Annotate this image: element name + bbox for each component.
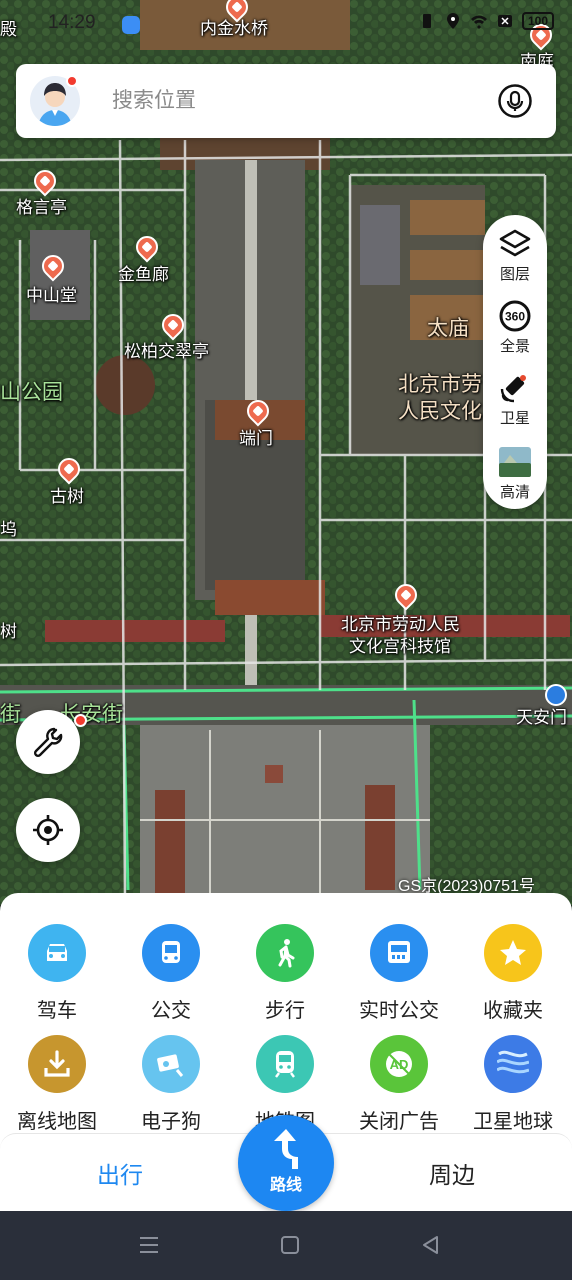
- map-label[interactable]: 天安门: [516, 708, 567, 728]
- vibrate-icon: [422, 14, 431, 28]
- location-icon: [446, 13, 459, 29]
- menu-icon[interactable]: [137, 1233, 161, 1257]
- battery-indicator: 100: [521, 12, 554, 30]
- globe-icon: [484, 1035, 542, 1093]
- walk-label: 步行: [265, 1000, 305, 1022]
- map-label[interactable]: 古树: [50, 487, 84, 507]
- wrench-icon: [33, 727, 63, 758]
- svg-text:360: 360: [505, 310, 525, 324]
- ad-icon: AD: [370, 1035, 428, 1093]
- search-bar[interactable]: [16, 64, 556, 138]
- close-ads-label: 关闭广告: [359, 1111, 439, 1133]
- map-label[interactable]: 端门: [239, 429, 273, 449]
- offline-map-label: 离线地图: [17, 1111, 97, 1133]
- hd-imagery-button[interactable]: 高清: [483, 437, 547, 507]
- status-bar: 14:29 100: [0, 0, 572, 46]
- hd-label: 高清: [499, 484, 530, 501]
- map-label[interactable]: 北京市劳: [398, 372, 482, 397]
- satellite-icon: [500, 375, 526, 403]
- map-label[interactable]: 太庙: [427, 316, 469, 341]
- speed-camera-button[interactable]: 电子狗: [114, 1035, 228, 1134]
- panorama-360-icon: 360: [499, 300, 531, 332]
- app-notification-icon: [122, 16, 140, 34]
- system-nav-bar: [0, 1211, 572, 1280]
- home-icon[interactable]: [278, 1233, 302, 1257]
- map-label[interactable]: 金鱼廊: [118, 265, 169, 285]
- realtime-bus-icon: [370, 924, 428, 982]
- tab-nearby[interactable]: 周边: [392, 1156, 512, 1190]
- satellite-button[interactable]: 卫星: [483, 363, 547, 433]
- satellite-earth-label: 卫星地球: [473, 1111, 553, 1133]
- map-label[interactable]: 松柏交翠亭: [124, 342, 209, 362]
- notification-dot: [74, 714, 87, 727]
- bus-icon: [142, 924, 200, 982]
- satellite-earth-button[interactable]: 卫星地球: [456, 1035, 570, 1134]
- camera-icon: [142, 1035, 200, 1093]
- car-icon: [28, 924, 86, 982]
- map-label[interactable]: 中山堂: [26, 286, 77, 306]
- subway-icon: [256, 1035, 314, 1093]
- back-icon[interactable]: [419, 1233, 443, 1257]
- drive-button[interactable]: 驾车: [0, 924, 114, 1023]
- status-icons: 100: [418, 12, 554, 30]
- map-label[interactable]: 人民文化: [398, 399, 482, 424]
- map-label[interactable]: 北京市劳动人民: [341, 615, 460, 635]
- map-layer-panel: 图层 360 全景 卫星 高清: [483, 215, 547, 509]
- offline-map-button[interactable]: 离线地图: [0, 1035, 114, 1134]
- search-input[interactable]: [112, 84, 472, 118]
- subway-station-icon[interactable]: [545, 684, 567, 706]
- realtime-bus-label: 实时公交: [359, 1000, 439, 1022]
- favorites-label: 收藏夹: [483, 1000, 543, 1022]
- layers-icon: [499, 229, 531, 257]
- status-time: 14:29: [48, 12, 96, 33]
- wifi-icon: [470, 15, 487, 29]
- walk-icon: [256, 924, 314, 982]
- microphone-icon[interactable]: [498, 84, 532, 118]
- tab-travel[interactable]: 出行: [60, 1156, 180, 1190]
- map-label[interactable]: 坞: [0, 520, 17, 540]
- map-label[interactable]: 山公园: [0, 382, 63, 403]
- route-arrow-icon: [274, 1129, 298, 1169]
- map-label[interactable]: 文化宫科技馆: [349, 637, 451, 657]
- download-icon: [28, 1035, 86, 1093]
- drive-label: 驾车: [37, 1000, 77, 1022]
- favorites-button[interactable]: 收藏夹: [456, 924, 570, 1023]
- star-icon: [484, 924, 542, 982]
- hd-thumbnail-icon: [499, 447, 531, 477]
- layers-button[interactable]: 图层: [483, 219, 547, 289]
- realtime-bus-button[interactable]: 实时公交: [342, 924, 456, 1023]
- map-label[interactable]: 格言亭: [16, 198, 67, 218]
- satellite-label: 卫星: [499, 410, 530, 427]
- walk-button[interactable]: 步行: [228, 924, 342, 1023]
- map-label[interactable]: 树: [0, 622, 17, 642]
- close-ads-button[interactable]: AD 关闭广告: [342, 1035, 456, 1134]
- map-label[interactable]: 街: [0, 704, 21, 725]
- bus-label: 公交: [151, 1000, 191, 1022]
- panorama-label: 全景: [499, 338, 530, 355]
- layers-label: 图层: [499, 266, 530, 283]
- route-label: 路线: [269, 1177, 302, 1194]
- route-button[interactable]: 路线: [238, 1115, 334, 1211]
- panorama-button[interactable]: 360 全景: [483, 291, 547, 361]
- notification-dot: [66, 75, 78, 87]
- sim-icon: [497, 15, 512, 27]
- crosshair-icon: [33, 815, 63, 845]
- speed-camera-label: 电子狗: [141, 1111, 201, 1133]
- locate-me-button[interactable]: [16, 798, 80, 862]
- app-screen: 殿 内金水桥 南庭 格言亭 中山堂 金鱼廊 松柏交翠亭 山公园 端门 太庙 北京…: [0, 0, 572, 1280]
- bus-button[interactable]: 公交: [114, 924, 228, 1023]
- toolbox-button[interactable]: [16, 710, 87, 774]
